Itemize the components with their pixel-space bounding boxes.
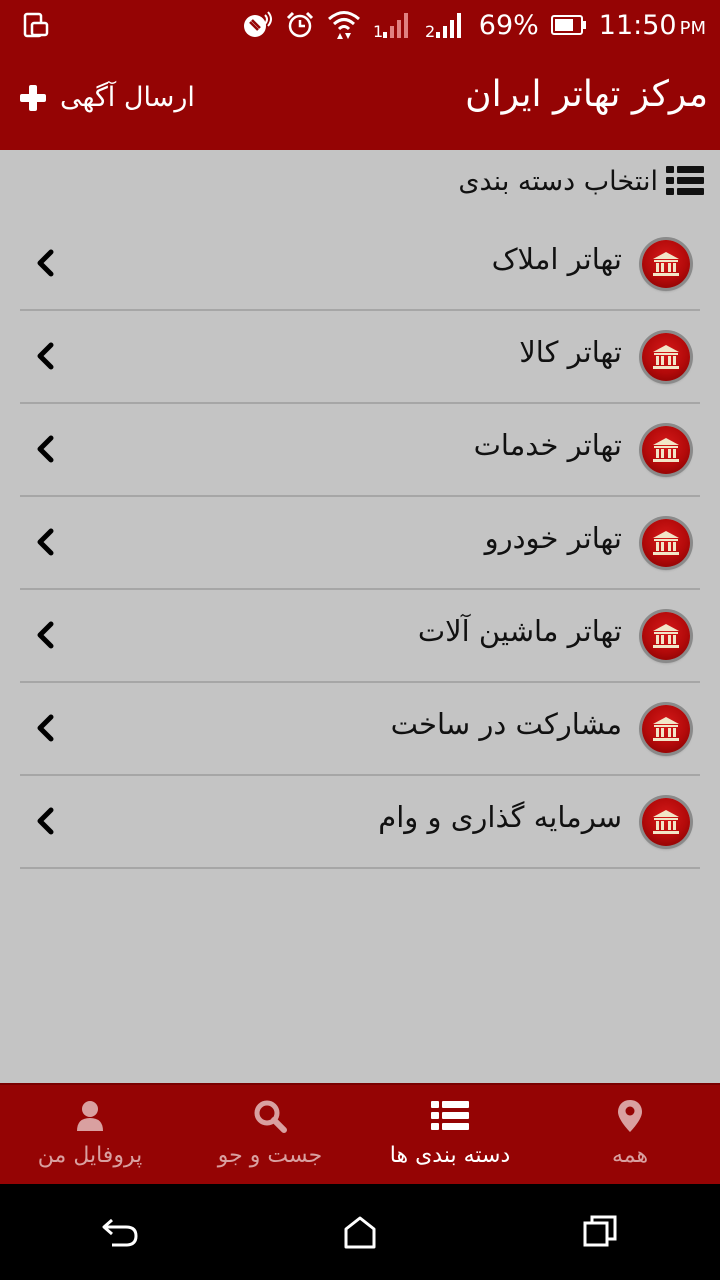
bottom-nav: پروفایل من جست و جو دسته بندی ها همه [0,1083,720,1186]
map-pin-icon [618,1100,642,1132]
category-item[interactable]: تهاتر خودرو [20,497,700,590]
category-label: سرمایه گذاری و وام [378,800,622,834]
chevron-left-icon [37,249,54,277]
alarm-icon [286,11,313,38]
bank-icon [642,333,690,381]
category-label: تهاتر خودرو [484,521,622,555]
category-label: تهاتر املاک [491,242,622,276]
screen-rotate-icon [23,12,49,38]
category-list: تهاتر املاک تهاتر کالا تهاتر خدمات تهاتر… [20,218,700,869]
search-icon [254,1100,287,1133]
bank-icon [642,240,690,288]
system-nav-bar [0,1184,720,1280]
back-icon [102,1218,138,1247]
category-label: تهاتر خدمات [473,428,622,462]
nav-all[interactable]: همه [540,1085,720,1186]
app-title: مرکز تهاتر ایران [465,74,708,115]
wifi-icon [327,11,360,39]
home-button[interactable] [338,1210,382,1254]
section-header: انتخاب دسته بندی [458,164,704,198]
category-label: تهاتر ماشین آلات [417,614,622,648]
bank-icon [642,426,690,474]
plus-icon [20,84,46,111]
nav-categories-label: دسته بندی ها [389,1143,511,1168]
svg-text:1: 1 [373,22,383,40]
user-icon [77,1101,103,1131]
chevron-left-icon [37,714,54,742]
status-icons: 1 2 69% 11:50 PM [241,0,706,50]
recents-icon [583,1215,617,1247]
chevron-left-icon [37,621,54,649]
clock: 11:50 PM [599,10,706,41]
clock-time: 11:50 [598,9,677,41]
nav-profile-label: پروفایل من [37,1143,143,1168]
bank-icon [642,798,690,846]
category-item[interactable]: سرمایه گذاری و وام [20,776,700,869]
category-item[interactable]: تهاتر ماشین آلات [20,590,700,683]
recents-button[interactable] [578,1210,622,1254]
list-icon [431,1101,469,1130]
battery-icon [550,15,586,35]
nav-search[interactable]: جست و جو [180,1085,360,1186]
status-bar: 1 2 69% 11:50 PM [0,0,720,50]
signal-sim1-icon: 1 [373,13,408,40]
home-icon [344,1216,376,1249]
category-label: مشارکت در ساخت [390,707,622,741]
nav-search-label: جست و جو [217,1143,323,1168]
list-icon [666,166,704,195]
post-ad-button[interactable]: ارسال آگهی [18,82,195,113]
chevron-left-icon [37,435,54,463]
back-button[interactable] [98,1210,142,1254]
clock-ampm: PM [679,17,706,39]
battery-percent: 69% [478,9,539,41]
category-item[interactable]: مشارکت در ساخت [20,683,700,776]
category-item[interactable]: تهاتر املاک [20,218,700,311]
category-item[interactable]: تهاتر کالا [20,311,700,404]
chevron-left-icon [37,528,54,556]
chevron-left-icon [37,342,54,370]
nav-profile[interactable]: پروفایل من [0,1085,180,1186]
nfc-icon [243,11,272,37]
signal-sim2-icon: 2 [425,13,461,40]
section-title: انتخاب دسته بندی [458,165,658,197]
category-item[interactable]: تهاتر خدمات [20,404,700,497]
bank-icon [642,612,690,660]
nav-all-label: همه [611,1143,649,1168]
category-label: تهاتر کالا [519,335,622,369]
nav-categories[interactable]: دسته بندی ها [360,1085,540,1186]
app-bar: مرکز تهاتر ایران ارسال آگهی [0,50,720,150]
chevron-left-icon [37,807,54,835]
post-ad-label: ارسال آگهی [60,82,195,113]
bank-icon [642,519,690,567]
bank-icon [642,705,690,753]
svg-text:2: 2 [425,22,435,40]
